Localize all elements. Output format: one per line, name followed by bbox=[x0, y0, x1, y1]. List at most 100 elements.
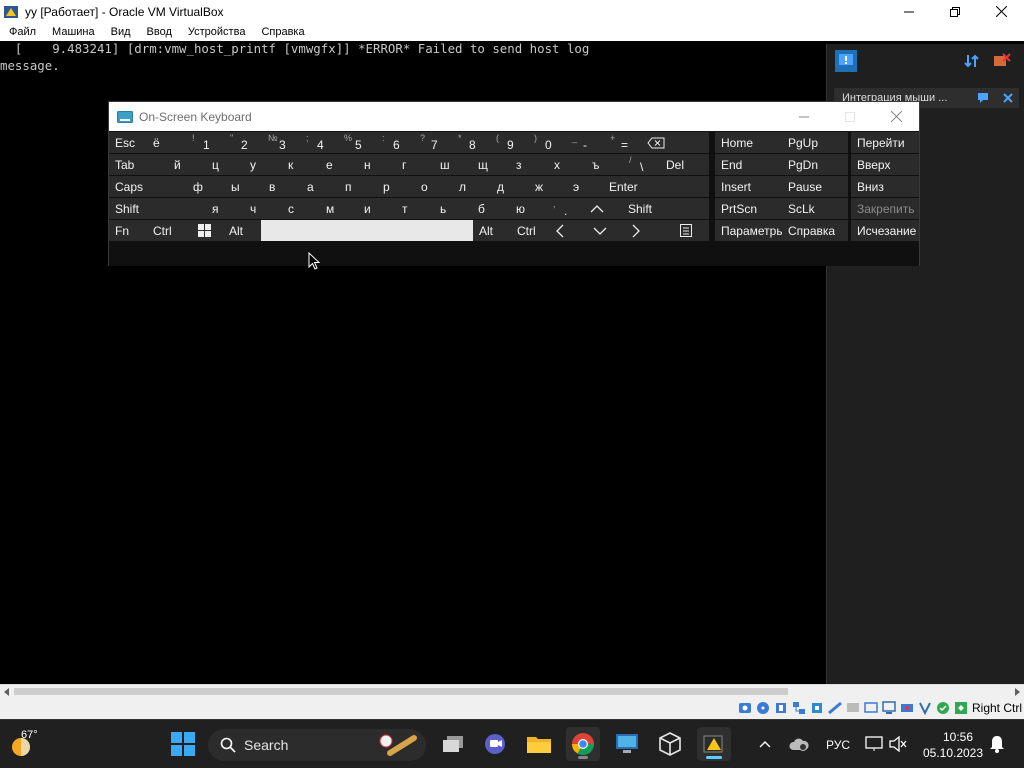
taskbar-search[interactable]: Search bbox=[208, 729, 426, 761]
key-goto[interactable]: Перейти bbox=[851, 132, 919, 153]
key-home[interactable]: Home bbox=[715, 132, 782, 153]
key-equals[interactable]: + = bbox=[603, 132, 641, 153]
key-1[interactable]: ! 1 bbox=[185, 132, 223, 153]
clock-time[interactable]: 10:56 bbox=[935, 730, 981, 744]
onedrive-tray-icon[interactable] bbox=[786, 727, 812, 761]
close-notices-button[interactable] bbox=[991, 50, 1013, 72]
audio-icon[interactable] bbox=[774, 701, 788, 715]
horizontal-scrollbar[interactable] bbox=[0, 684, 1024, 697]
key-letter[interactable]: э bbox=[565, 176, 603, 197]
key-6[interactable]: :6 bbox=[375, 132, 413, 153]
scroll-thumb[interactable] bbox=[14, 688, 788, 695]
key-end[interactable]: End bbox=[715, 154, 782, 175]
key-letter[interactable]: п bbox=[337, 176, 375, 197]
key-menu[interactable] bbox=[663, 220, 709, 241]
key-shift-left[interactable]: Shift bbox=[109, 198, 204, 219]
key-letter[interactable]: у bbox=[242, 154, 280, 175]
key-help[interactable]: Справка bbox=[782, 220, 848, 241]
key-prtscn[interactable]: PrtScn bbox=[715, 198, 782, 219]
pin-notice-icon[interactable] bbox=[977, 92, 991, 104]
key-letter[interactable]: и bbox=[356, 198, 394, 219]
osk-close-button[interactable] bbox=[873, 102, 919, 131]
screen-icon[interactable] bbox=[882, 701, 896, 715]
key-7[interactable]: ? 7 bbox=[413, 132, 451, 153]
guest-display[interactable]: [ 9.483241] [drm:vmw_host_printf [vmwgfx… bbox=[0, 41, 1024, 684]
key-backslash[interactable]: / \ bbox=[622, 154, 660, 175]
key-del[interactable]: Del bbox=[660, 154, 709, 175]
key-letter[interactable]: щ bbox=[470, 154, 508, 175]
key-letter[interactable]: л bbox=[451, 176, 489, 197]
network-tray-icon[interactable] bbox=[862, 727, 886, 761]
close-notice-icon[interactable] bbox=[1003, 93, 1013, 103]
restore-button[interactable] bbox=[932, 0, 978, 23]
key-9[interactable]: (9 bbox=[489, 132, 527, 153]
key-arrow-right[interactable] bbox=[625, 220, 663, 241]
key-letter[interactable]: р bbox=[375, 176, 413, 197]
key-letter[interactable]: о bbox=[413, 176, 451, 197]
key-letter[interactable]: ф bbox=[185, 176, 223, 197]
key-letter[interactable]: я bbox=[204, 198, 242, 219]
key-esc[interactable]: Esc bbox=[109, 132, 147, 153]
key-enter[interactable]: Enter bbox=[603, 176, 709, 197]
remote-desktop-button[interactable] bbox=[610, 727, 644, 761]
key-ctrl-left[interactable]: Ctrl bbox=[147, 220, 185, 241]
key-space[interactable] bbox=[261, 220, 473, 241]
close-button[interactable] bbox=[978, 0, 1024, 23]
file-explorer-button[interactable] bbox=[522, 727, 556, 761]
sort-button[interactable] bbox=[961, 50, 983, 72]
display-icon[interactable] bbox=[846, 701, 860, 715]
key-tab[interactable]: Tab bbox=[109, 154, 166, 175]
key-options[interactable]: Параметры bbox=[715, 220, 782, 241]
key-arrow-down[interactable] bbox=[587, 220, 625, 241]
key-insert[interactable]: Insert bbox=[715, 176, 782, 197]
menu-file[interactable]: Файл bbox=[0, 26, 43, 38]
notifications-button[interactable] bbox=[985, 727, 1009, 761]
key-windows[interactable] bbox=[185, 220, 223, 241]
key-letter[interactable]: с bbox=[280, 198, 318, 219]
menu-input[interactable]: Ввод bbox=[138, 26, 179, 38]
tray-overflow-button[interactable] bbox=[752, 727, 778, 761]
clock-date[interactable]: 05.10.2023 bbox=[922, 746, 984, 760]
key-letter[interactable]: ю bbox=[508, 198, 546, 219]
menu-view[interactable]: Вид bbox=[102, 26, 138, 38]
key-yo[interactable]: ё bbox=[147, 132, 185, 153]
menu-help[interactable]: Справка bbox=[252, 26, 311, 38]
key-letter[interactable]: т bbox=[394, 198, 432, 219]
mouse-integration-icon[interactable] bbox=[936, 701, 950, 715]
key-backspace[interactable] bbox=[641, 132, 709, 153]
key-alt-right[interactable]: Alt bbox=[473, 220, 511, 241]
key-down-nav[interactable]: Вниз bbox=[851, 176, 919, 197]
key-0[interactable]: ) 0 bbox=[527, 132, 565, 153]
key-alt-left[interactable]: Alt bbox=[223, 220, 261, 241]
key-3[interactable]: № 3 bbox=[261, 132, 299, 153]
key-letter[interactable]: ы bbox=[223, 176, 261, 197]
usb-icon[interactable] bbox=[810, 701, 824, 715]
input-language[interactable]: РУС bbox=[826, 738, 850, 752]
hard-disk-icon[interactable] bbox=[738, 701, 752, 715]
key-arrow-left[interactable] bbox=[549, 220, 587, 241]
key-fade[interactable]: Исчезание bbox=[851, 220, 919, 241]
shared-folders-icon[interactable] bbox=[828, 701, 842, 715]
key-up-nav[interactable]: Вверх bbox=[851, 154, 919, 175]
start-button[interactable] bbox=[166, 727, 200, 761]
volume-tray-icon[interactable] bbox=[886, 727, 910, 761]
network-icon[interactable] bbox=[792, 701, 806, 715]
key-letter[interactable]: ц bbox=[204, 154, 242, 175]
key-pause[interactable]: Pause bbox=[782, 176, 848, 197]
key-letter[interactable]: м bbox=[318, 198, 356, 219]
key-letter[interactable]: х bbox=[546, 154, 584, 175]
osk-minimize-button[interactable] bbox=[781, 102, 827, 131]
key-period[interactable]: ,. bbox=[546, 198, 584, 219]
osk-maximize-button[interactable] bbox=[827, 102, 873, 131]
key-shift-right[interactable]: Shift bbox=[622, 198, 709, 219]
key-sclk[interactable]: ScLk bbox=[782, 198, 848, 219]
key-letter[interactable]: д bbox=[489, 176, 527, 197]
key-letter[interactable]: ь bbox=[432, 198, 470, 219]
key-letter[interactable]: е bbox=[318, 154, 356, 175]
key-4[interactable]: ; 4 bbox=[299, 132, 337, 153]
key-arrow-up[interactable] bbox=[584, 198, 622, 219]
recording-icon[interactable] bbox=[900, 701, 914, 715]
menu-devices[interactable]: Устройства bbox=[179, 26, 253, 38]
virtualbox-manager-button[interactable] bbox=[653, 727, 687, 761]
key-letter[interactable]: в bbox=[261, 176, 299, 197]
